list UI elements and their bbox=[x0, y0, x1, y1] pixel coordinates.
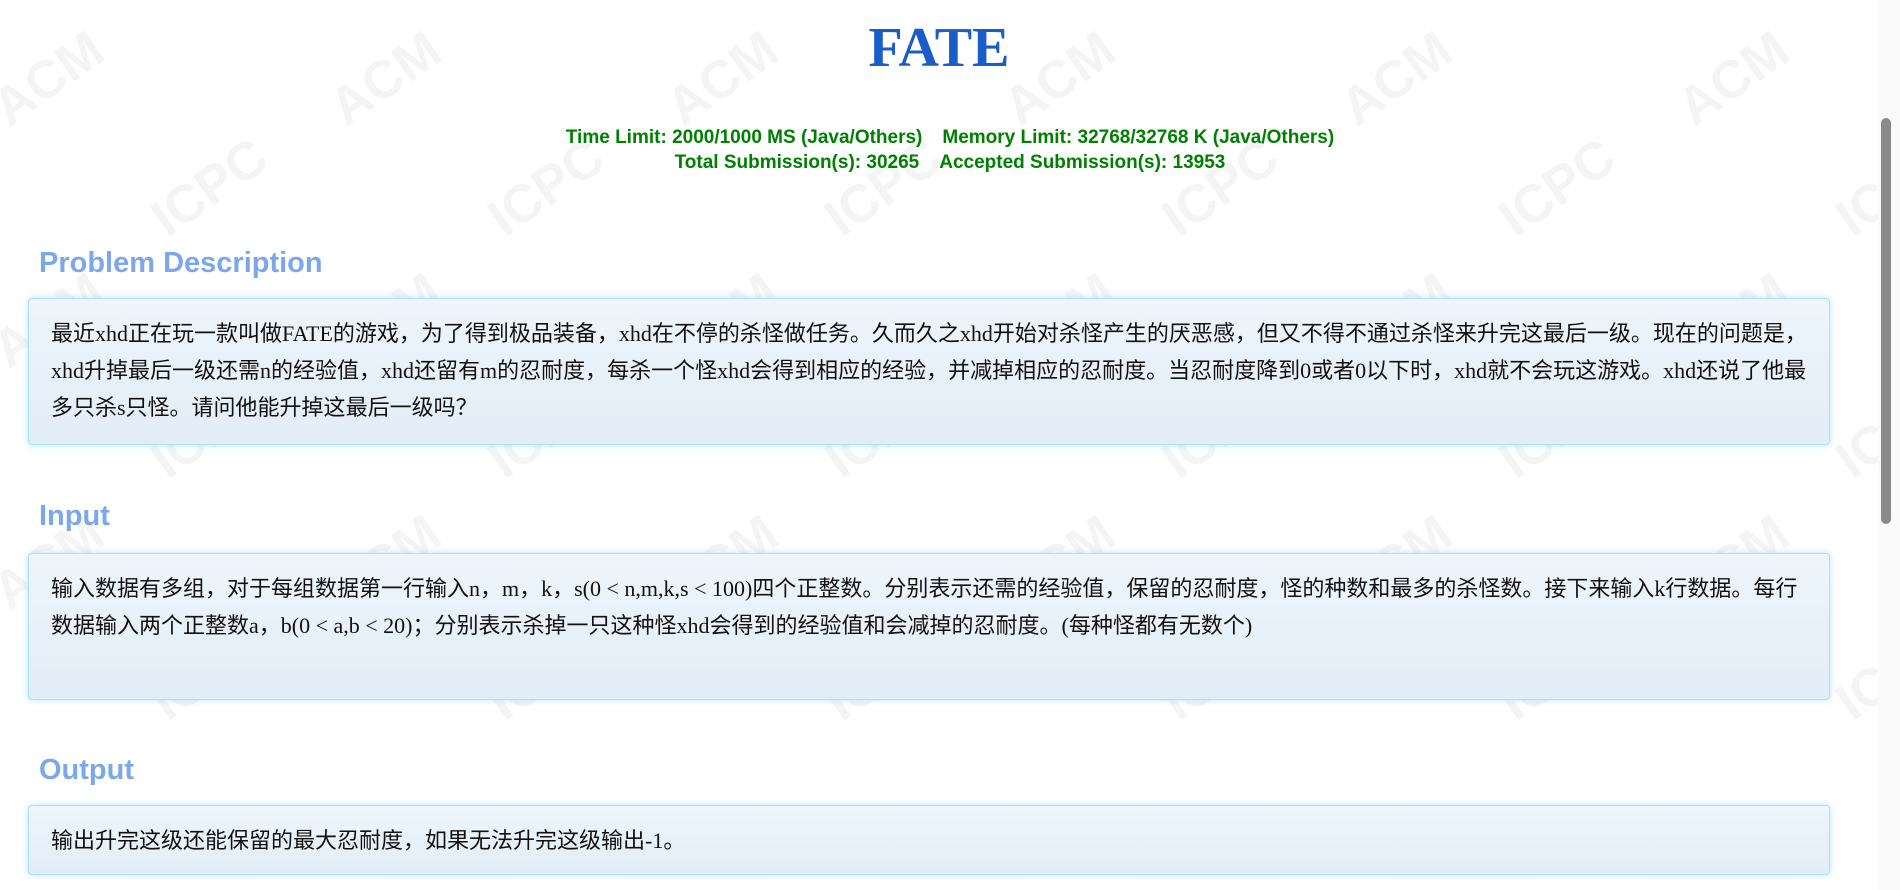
accepted-submissions: Accepted Submission(s): 13953 bbox=[939, 152, 1226, 173]
total-submissions: Total Submission(s): 30265 bbox=[674, 152, 920, 173]
limits-info: Time Limit: 2000/1000 MS (Java/Others) Me… bbox=[0, 125, 1900, 175]
output-header: Output bbox=[39, 754, 135, 786]
problem-page: ACMICPCACMICPCACMICPCACMICPCACMICPCACMIC… bbox=[0, 0, 1900, 890]
input-content: 输入数据有多组，对于每组数据第一行输入n，m，k，s(0 < n,m,k,s <… bbox=[28, 553, 1830, 700]
time-limit: Time Limit: 2000/1000 MS (Java/Others) bbox=[565, 127, 923, 148]
input-header: Input bbox=[39, 500, 110, 532]
output-content: 输出升完这级还能保留的最大忍耐度，如果无法升完这级输出-1。 bbox=[28, 805, 1830, 875]
problem-description-header: Problem Description bbox=[39, 247, 323, 279]
problem-title: FATE bbox=[868, 17, 1010, 79]
scrollbar-thumb[interactable] bbox=[1881, 118, 1891, 524]
problem-description-content: 最近xhd正在玩一款叫做FATE的游戏，为了得到极品装备，xhd在不停的杀怪做任… bbox=[28, 298, 1830, 445]
memory-limit: Memory Limit: 32768/32768 K (Java/Others… bbox=[942, 127, 1335, 148]
